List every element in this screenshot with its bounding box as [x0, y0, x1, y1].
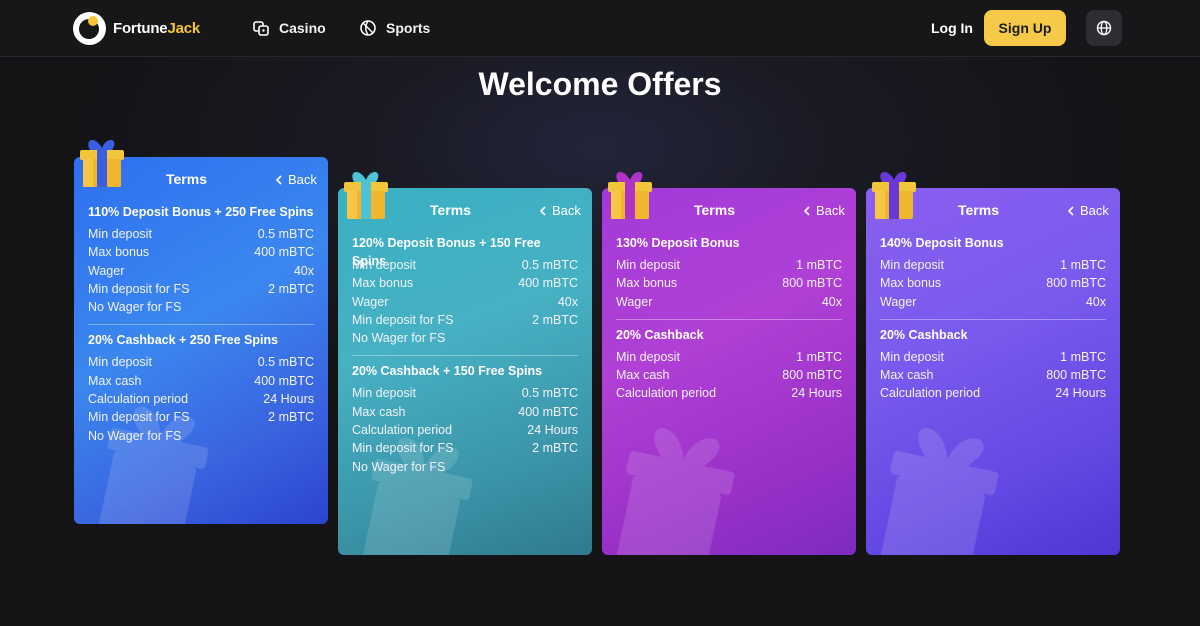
section-title: 20% Cashback + 150 Free Spins: [352, 364, 543, 379]
term-row: No Wager for FS: [88, 300, 182, 315]
fortunejack-logo[interactable]: FortuneJack: [73, 12, 200, 45]
section-title: 130% Deposit Bonus: [616, 236, 740, 250]
background-gift-icon: [880, 428, 999, 555]
section-title: 110% Deposit Bonus + 250 Free Spins: [88, 205, 314, 219]
offer-section: 140% Deposit Bonus Min deposit 1 mBTC Max…: [880, 234, 1106, 311]
divider: [352, 355, 578, 357]
term-row: Max bonus 400 mBTC: [88, 245, 314, 260]
divider: [88, 324, 314, 326]
term-row: Wager 40x: [616, 294, 842, 309]
term-row: Max bonus 400 mBTC: [352, 276, 578, 291]
term-row: Calculation period 24 Hours: [880, 386, 1106, 401]
terms-title: Terms: [694, 202, 735, 218]
page-title: Welcome Offers: [478, 66, 722, 102]
logo-text: FortuneJack: [113, 20, 201, 37]
term-row: Max bonus 800 mBTC: [880, 276, 1106, 291]
back-label: Back: [816, 203, 845, 218]
back-label: Back: [552, 203, 581, 218]
back-label: Back: [288, 172, 317, 187]
term-row: Wager 40x: [352, 294, 578, 309]
term-row: Min deposit 1 mBTC: [616, 349, 842, 364]
globe-icon: [1096, 20, 1112, 36]
offer-section: 20% Cashback Min deposit 1 mBTC Max cash 8…: [880, 326, 1106, 403]
offer-section: 20% Cashback + 250 Free Spins Min deposi…: [88, 331, 314, 444]
nav-casino-label: Casino: [279, 20, 326, 36]
term-row: Wager 40x: [880, 294, 1106, 309]
term-row: Min deposit for FS 2 mBTC: [352, 441, 578, 456]
term-row: Max cash 400 mBTC: [352, 404, 578, 419]
offer-section: 20% Cashback Min deposit 1 mBTC Max cash 8…: [616, 326, 842, 403]
gift-box-icon: [80, 139, 124, 187]
term-row: Max cash 400 mBTC: [88, 373, 314, 388]
term-row: No Wager for FS: [352, 459, 446, 474]
sports-icon: [360, 20, 376, 36]
offer-card-4: Terms Back 140% Deposit Bonus Min deposi…: [866, 188, 1120, 555]
section-title: 20% Cashback: [616, 327, 704, 342]
term-row: Min deposit 0.5 mBTC: [352, 258, 578, 272]
offer-section: 130% Deposit Bonus Min deposit 1 mBTC Max…: [616, 234, 842, 311]
gift-box-icon: [608, 171, 652, 219]
back-button[interactable]: Back: [539, 203, 581, 218]
divider: [616, 318, 842, 320]
term-row: Calculation period 24 Hours: [616, 386, 842, 401]
chevron-left-icon: [275, 174, 282, 185]
term-row: Max cash 800 mBTC: [616, 368, 842, 383]
terms-title: Terms: [958, 202, 999, 218]
back-button[interactable]: Back: [275, 172, 317, 187]
nav-sports[interactable]: Sports: [359, 19, 430, 37]
chevron-left-icon: [539, 205, 546, 216]
gift-box-icon: [872, 171, 916, 219]
section-title: 120% Deposit Bonus + 150 Free Spins: [352, 236, 541, 268]
divider: [880, 318, 1106, 320]
offer-card-2: Terms Back 120% Deposit Bonus + 150 Free…: [338, 188, 592, 555]
section-title: 20% Cashback: [880, 327, 968, 342]
term-row: Min deposit for FS 2 mBTC: [88, 281, 314, 296]
back-button[interactable]: Back: [1067, 203, 1109, 218]
login-button[interactable]: Log In: [931, 20, 973, 36]
gift-box-icon: [344, 171, 388, 219]
casino-icon: [253, 21, 269, 36]
background-gift-icon: [616, 428, 735, 555]
term-row: Calculation period 24 Hours: [88, 392, 314, 407]
section-title: 140% Deposit Bonus: [880, 236, 1004, 250]
term-row: Max bonus 800 mBTC: [616, 276, 842, 291]
offer-card-3: Terms Back 130% Deposit Bonus Min deposi…: [602, 188, 856, 555]
term-row: Min deposit for FS 2 mBTC: [352, 312, 578, 327]
back-label: Back: [1080, 203, 1109, 218]
offer-card-1: Terms Back 110% Deposit Bonus + 250 Free…: [74, 157, 328, 524]
term-row: Min deposit for FS 2 mBTC: [88, 410, 314, 425]
term-row: Min deposit 1 mBTC: [880, 258, 1106, 272]
term-row: Calculation period 24 Hours: [352, 423, 578, 438]
term-row: Min deposit 1 mBTC: [880, 349, 1106, 364]
chevron-left-icon: [1067, 205, 1074, 216]
term-row: Min deposit 0.5 mBTC: [352, 386, 578, 401]
language-button[interactable]: [1086, 10, 1122, 46]
term-row: No Wager for FS: [352, 331, 446, 346]
signup-button[interactable]: Sign Up: [984, 10, 1066, 46]
term-row: Max cash 800 mBTC: [880, 368, 1106, 383]
offer-section: 110% Deposit Bonus + 250 Free Spins Min …: [88, 203, 314, 316]
chevron-left-icon: [803, 205, 810, 216]
terms-title: Terms: [166, 171, 207, 187]
term-row: Min deposit 1 mBTC: [616, 258, 842, 272]
term-row: Min deposit 0.5 mBTC: [88, 227, 314, 241]
term-row: Wager 40x: [88, 263, 314, 278]
nav-casino[interactable]: Casino: [252, 19, 326, 37]
terms-title: Terms: [430, 202, 471, 218]
term-row: No Wager for FS: [88, 428, 182, 443]
top-header: FortuneJack Casino Sports Log In Sign Up: [0, 0, 1200, 57]
back-button[interactable]: Back: [803, 203, 845, 218]
section-title: 20% Cashback + 250 Free Spins: [88, 333, 279, 348]
logo-mark-icon: [73, 12, 106, 45]
offer-section: 120% Deposit Bonus + 150 Free Spins Min …: [352, 234, 578, 347]
offer-section: 20% Cashback + 150 Free Spins Min deposi…: [352, 362, 578, 475]
term-row: Min deposit 0.5 mBTC: [88, 355, 314, 370]
nav-sports-label: Sports: [386, 20, 431, 36]
